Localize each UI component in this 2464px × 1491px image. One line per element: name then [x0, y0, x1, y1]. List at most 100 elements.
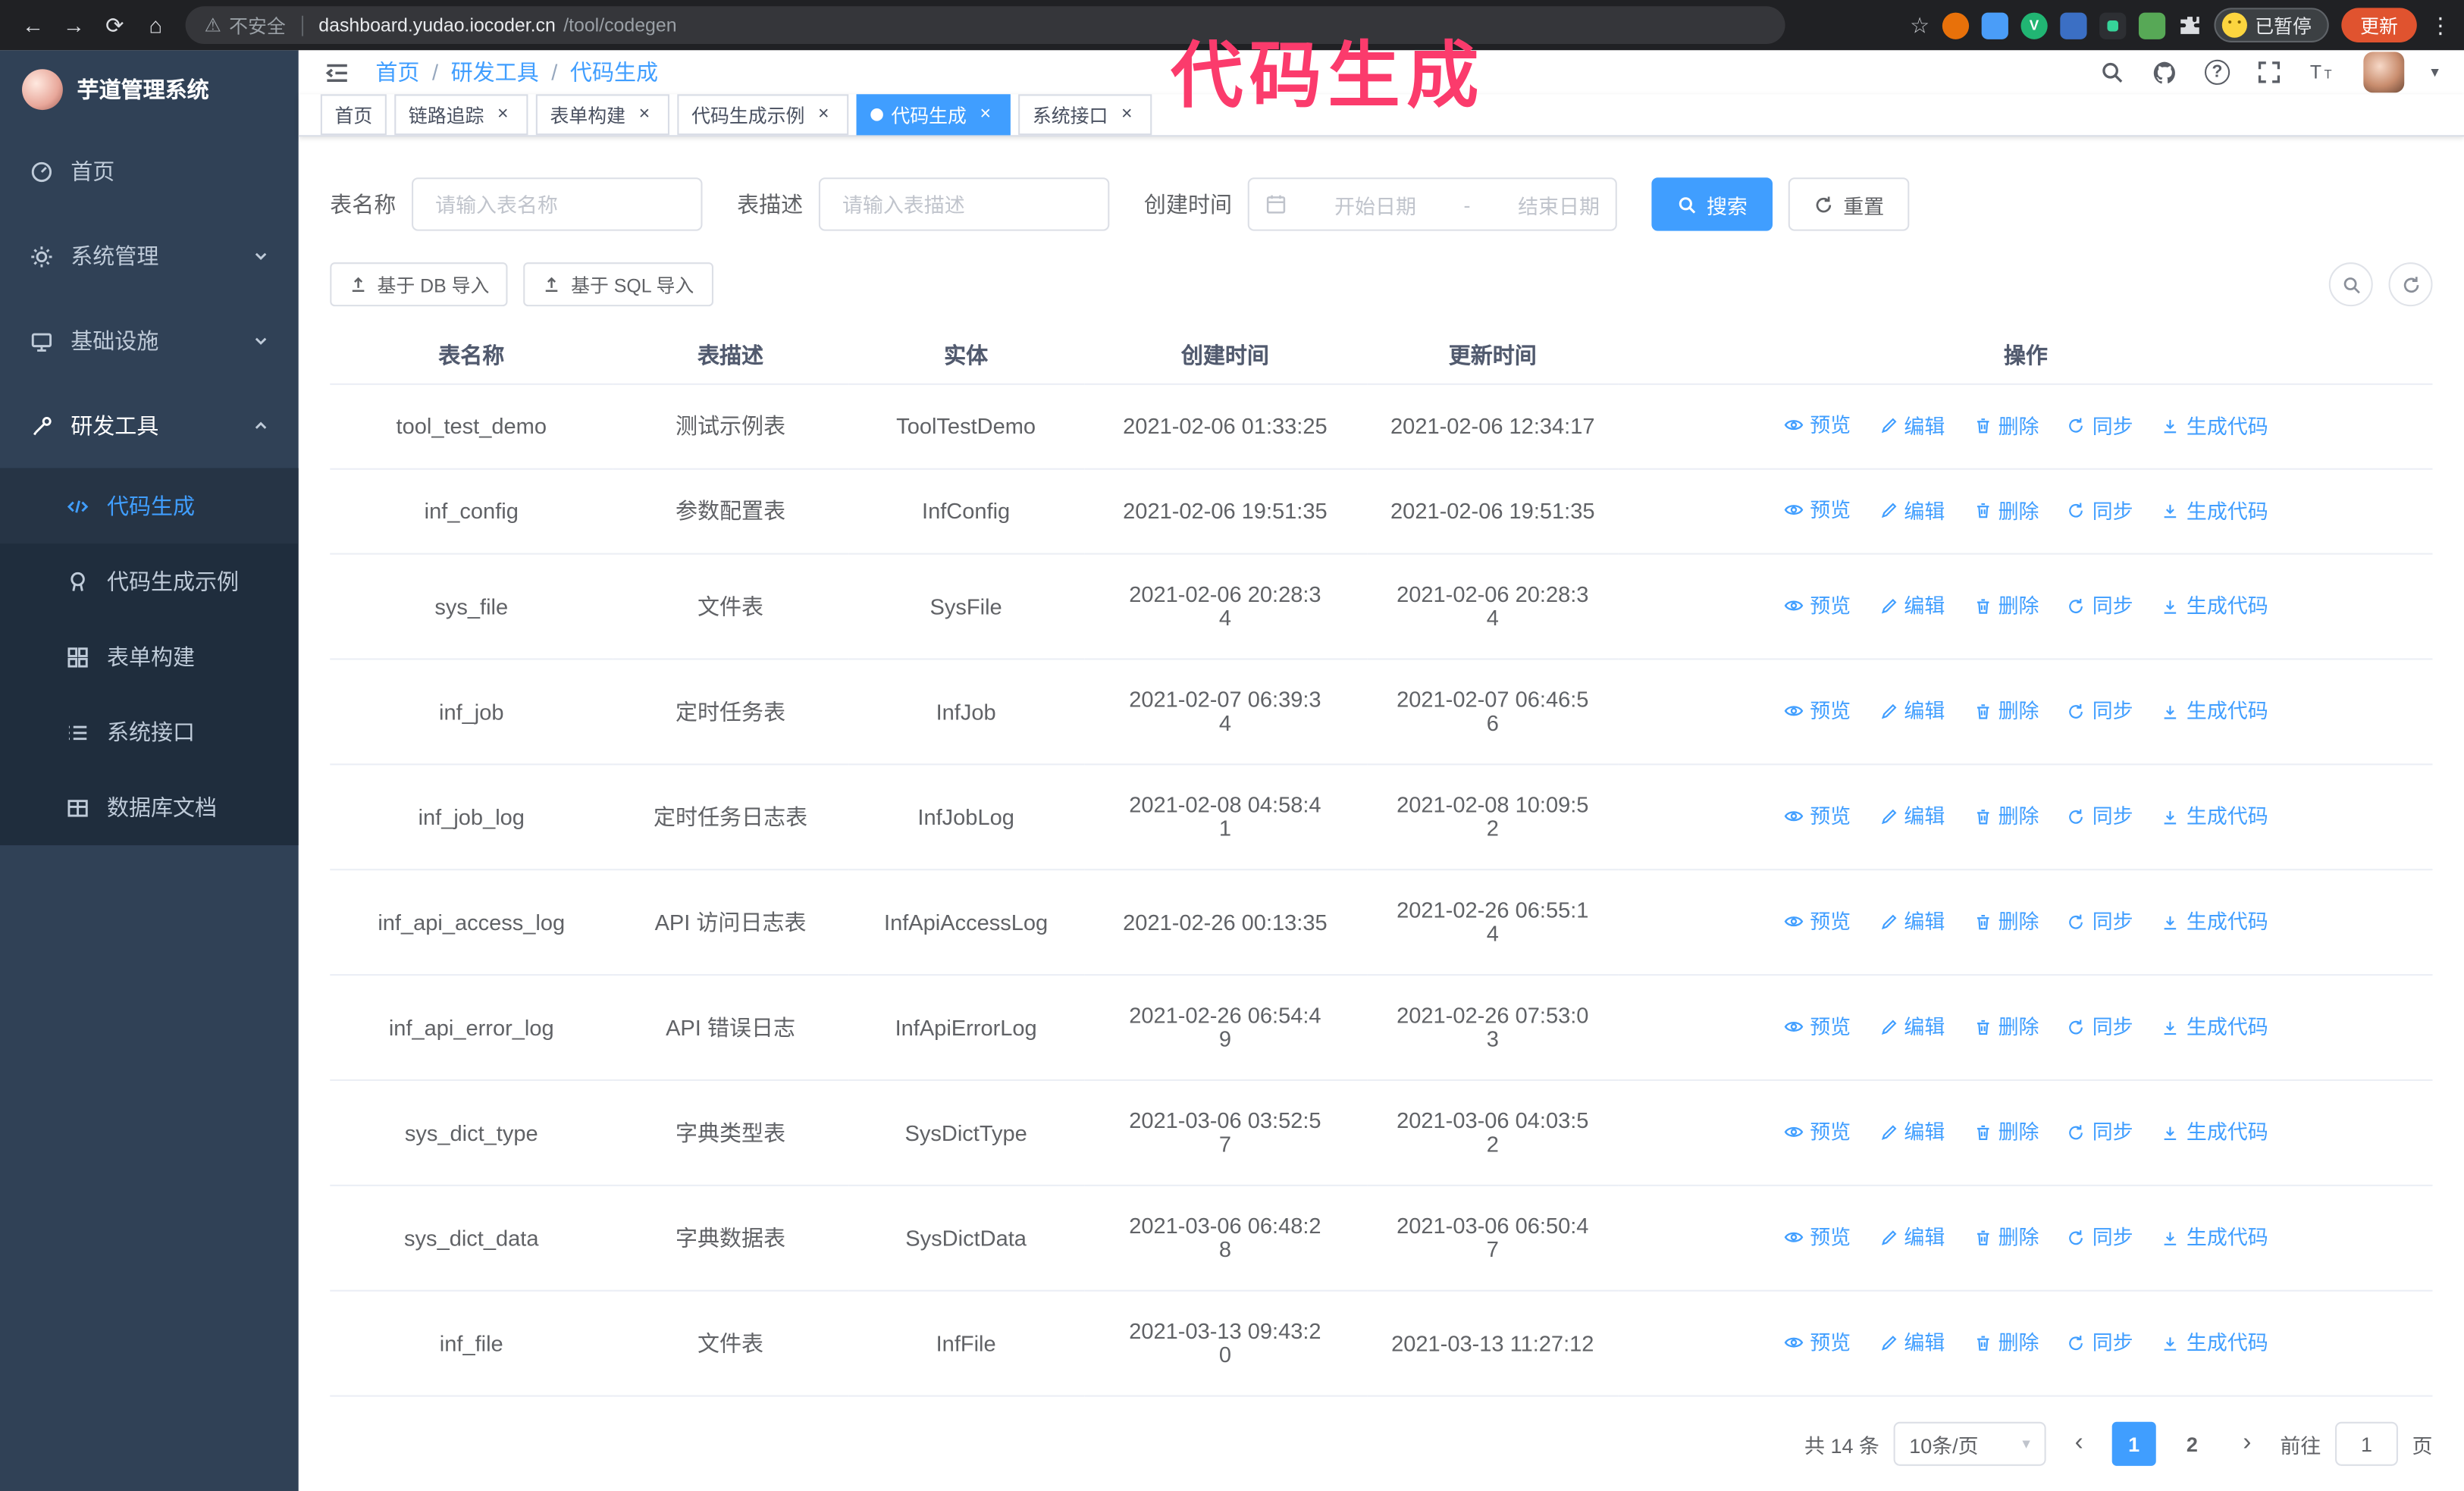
font-size-icon[interactable]: TT [2309, 60, 2337, 85]
edit-link[interactable]: 编辑 [1879, 1226, 1945, 1249]
github-icon[interactable] [2151, 59, 2177, 86]
preview-link[interactable]: 预览 [1783, 413, 1851, 437]
table-name-input[interactable] [431, 190, 682, 218]
edit-link[interactable]: 编辑 [1879, 804, 1945, 828]
sync-link[interactable]: 同步 [2067, 1226, 2133, 1249]
extension-icon-people[interactable] [2060, 11, 2087, 39]
sidebar-item-codegen[interactable]: 代码生成 [0, 468, 299, 544]
generate-code-link[interactable]: 生成代码 [2161, 804, 2268, 828]
table-desc-input[interactable] [839, 190, 1089, 218]
sync-link[interactable]: 同步 [2067, 1331, 2133, 1355]
sidebar-item-api[interactable]: 系统接口 [0, 694, 299, 769]
extension-icon-terminal[interactable] [2099, 11, 2127, 39]
tag[interactable]: 链路追踪 × [394, 94, 528, 136]
sync-link[interactable]: 同步 [2067, 499, 2133, 522]
close-icon[interactable]: × [1116, 103, 1138, 126]
breadcrumb-home[interactable]: 首页 [375, 57, 419, 88]
edit-link[interactable]: 编辑 [1879, 1331, 1945, 1355]
sync-link[interactable]: 同步 [2067, 414, 2133, 437]
goto-page-input[interactable] [2334, 1421, 2398, 1466]
next-page-button[interactable]: › [2228, 1422, 2266, 1466]
sidebar-item-devtools[interactable]: 研发工具 [0, 384, 299, 468]
sidebar-item-infrastructure[interactable]: 基础设施 [0, 299, 299, 384]
search-icon[interactable] [2099, 60, 2124, 85]
preview-link[interactable]: 预览 [1783, 1330, 1851, 1354]
import-sql-button[interactable]: 基于 SQL 导入 [523, 262, 713, 307]
tag[interactable]: 系统接口 × [1018, 94, 1152, 136]
sync-link[interactable]: 同步 [2067, 594, 2133, 618]
edit-link[interactable]: 编辑 [1879, 1015, 1945, 1038]
delete-link[interactable]: 删除 [1973, 1015, 2039, 1038]
sync-link[interactable]: 同步 [2067, 910, 2133, 933]
extension-icon-green-v[interactable]: V [2020, 11, 2048, 39]
browser-update-button[interactable]: 更新 [2341, 8, 2417, 42]
delete-link[interactable]: 删除 [1973, 499, 2039, 522]
extension-icon-leaf[interactable] [2138, 11, 2166, 39]
tag[interactable]: 代码生成 × [856, 94, 1011, 136]
prev-page-button[interactable]: ‹ [2060, 1422, 2098, 1466]
browser-menu-icon[interactable]: ⋮ [2429, 12, 2451, 39]
sidebar-logo[interactable]: 芋道管理系统 [0, 50, 299, 129]
chevron-down-icon[interactable]: ▾ [2431, 64, 2438, 81]
delete-link[interactable]: 删除 [1973, 804, 2039, 828]
date-range-picker[interactable]: 开始日期 - 结束日期 [1247, 177, 1617, 231]
extension-icon-blue[interactable] [1981, 11, 2008, 39]
edit-link[interactable]: 编辑 [1879, 414, 1945, 437]
tag[interactable]: 表单构建 × [535, 94, 670, 136]
sync-link[interactable]: 同步 [2067, 1120, 2133, 1144]
extension-icon-orange[interactable] [1942, 11, 1970, 39]
browser-forward-button[interactable]: → [53, 5, 94, 45]
delete-link[interactable]: 删除 [1973, 1331, 2039, 1355]
preview-link[interactable]: 预览 [1783, 698, 1851, 722]
browser-home-button[interactable]: ⌂ [135, 5, 176, 45]
edit-link[interactable]: 编辑 [1879, 1120, 1945, 1144]
toggle-search-button[interactable] [2328, 262, 2373, 307]
close-icon[interactable]: × [633, 103, 655, 126]
generate-code-link[interactable]: 生成代码 [2161, 699, 2268, 722]
address-bar[interactable]: ⚠ 不安全 dashboard.yudao.iocoder.cn /tool/c… [185, 6, 1785, 45]
generate-code-link[interactable]: 生成代码 [2161, 1226, 2268, 1249]
edit-link[interactable]: 编辑 [1879, 594, 1945, 618]
preview-link[interactable]: 预览 [1783, 1120, 1851, 1143]
preview-link[interactable]: 预览 [1783, 909, 1851, 932]
tag[interactable]: 代码生成示例 × [677, 94, 849, 136]
browser-reload-button[interactable]: ⟳ [94, 5, 135, 45]
delete-link[interactable]: 删除 [1973, 594, 2039, 618]
extensions-puzzle-icon[interactable] [2178, 14, 2202, 37]
generate-code-link[interactable]: 生成代码 [2161, 910, 2268, 933]
sidebar-collapse-icon[interactable] [324, 59, 350, 86]
refresh-button[interactable] [2388, 262, 2433, 307]
breadcrumb-devtools[interactable]: 研发工具 [451, 57, 539, 88]
sidebar-item-home[interactable]: 首页 [0, 129, 299, 214]
preview-link[interactable]: 预览 [1783, 593, 1851, 617]
search-button[interactable]: 搜索 [1651, 177, 1773, 231]
generate-code-link[interactable]: 生成代码 [2161, 499, 2268, 522]
delete-link[interactable]: 删除 [1973, 414, 2039, 437]
generate-code-link[interactable]: 生成代码 [2161, 1331, 2268, 1355]
preview-link[interactable]: 预览 [1783, 803, 1851, 827]
tag[interactable]: 首页 × [320, 94, 387, 136]
edit-link[interactable]: 编辑 [1879, 910, 1945, 933]
delete-link[interactable]: 删除 [1973, 1226, 2039, 1249]
generate-code-link[interactable]: 生成代码 [2161, 1120, 2268, 1144]
close-icon[interactable]: × [813, 103, 835, 126]
help-icon[interactable]: ? [2204, 59, 2230, 85]
preview-link[interactable]: 预览 [1783, 498, 1851, 522]
sidebar-item-form-builder[interactable]: 表单构建 [0, 619, 299, 694]
page-size-select[interactable]: 10条/页 ▾ [1893, 1421, 2046, 1466]
generate-code-link[interactable]: 生成代码 [2161, 1015, 2268, 1038]
close-icon[interactable]: × [492, 103, 514, 126]
sidebar-item-codegen-demo[interactable]: 代码生成示例 [0, 543, 299, 619]
generate-code-link[interactable]: 生成代码 [2161, 594, 2268, 618]
page-button-1[interactable]: 1 [2111, 1421, 2156, 1466]
sync-link[interactable]: 同步 [2067, 804, 2133, 828]
sync-link[interactable]: 同步 [2067, 1015, 2133, 1038]
bookmark-star-icon[interactable]: ☆ [1910, 12, 1930, 39]
sidebar-item-db-doc[interactable]: 数据库文档 [0, 770, 299, 845]
reset-button[interactable]: 重置 [1788, 177, 1910, 231]
import-db-button[interactable]: 基于 DB 导入 [330, 262, 509, 307]
delete-link[interactable]: 删除 [1973, 699, 2039, 722]
preview-link[interactable]: 预览 [1783, 1225, 1851, 1248]
edit-link[interactable]: 编辑 [1879, 499, 1945, 522]
user-avatar[interactable] [2363, 52, 2405, 93]
